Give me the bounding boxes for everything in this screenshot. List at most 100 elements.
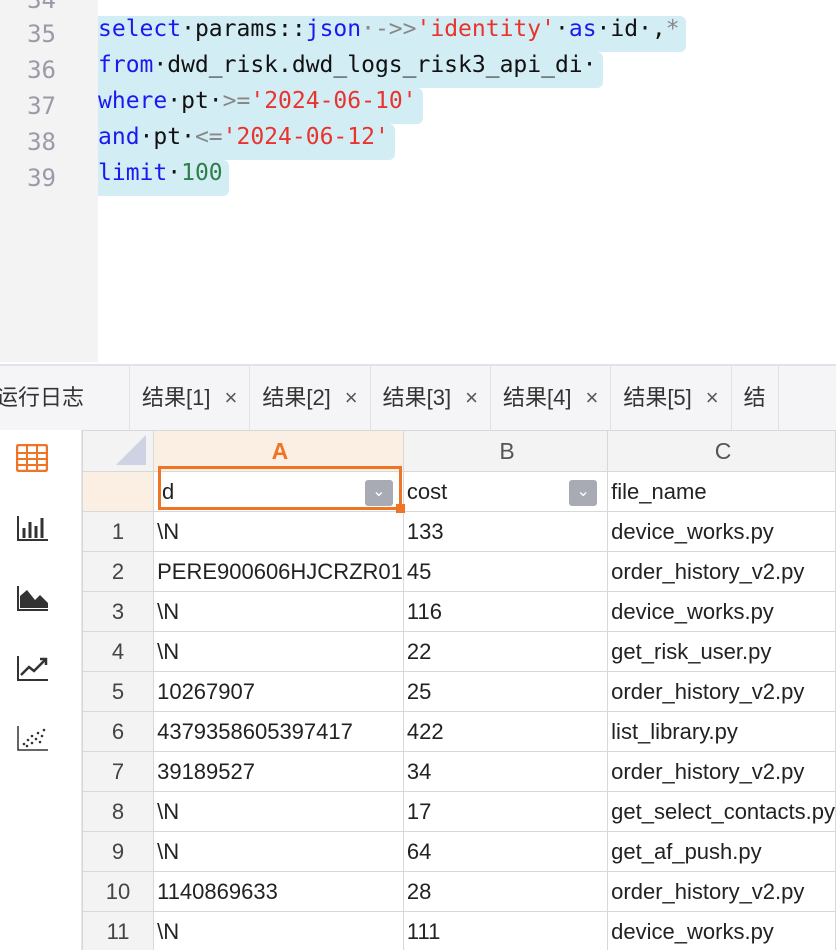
select-all-corner[interactable] [82,430,155,472]
table-cell[interactable]: 28 [402,871,609,912]
table-cell[interactable]: PERE900606HJCRZR01 [153,551,404,592]
code-token: 'identity' [416,16,555,42]
table-cell[interactable]: 22 [402,631,609,672]
row-header [82,471,155,512]
code-token: select [98,16,182,42]
tab-label: 结 [743,385,766,410]
line-gutter: 34 35 36 37 38 39 [0,0,98,362]
code-line[interactable]: where·pt·>='2024-06-10' [98,88,423,124]
table-cell[interactable]: 64 [402,831,609,872]
table-cell[interactable]: \N [153,911,404,950]
table-row: 11 \N 111 device_works.py [82,911,836,950]
table-row: 9 \N 64 get_af_push.py [82,831,836,872]
field-cell-cost[interactable]: cost ⌄ [402,471,609,512]
result-tabs: 运行日志 结果[1] × 结果[2] × 结果[3] × 结果[4] × 结果[5] × 结 [0,364,836,430]
table-cell[interactable]: 116 [402,591,609,632]
code-line[interactable]: select·params::json·->>'identity'·as·id·… [98,16,686,52]
table-row: 1 \N 133 device_works.py [82,511,836,552]
row-number: 7 [82,751,155,792]
code-token: where [98,88,168,114]
row-number: 6 [82,711,155,752]
table-cell[interactable]: 422 [402,711,609,752]
table-cell[interactable]: \N [153,831,404,872]
close-icon[interactable]: × [224,385,237,410]
tab-run-log[interactable]: 运行日志 [0,366,130,430]
field-name: id [157,478,175,504]
table-row: 6 4379358605397417 422 list_library.py [82,711,836,752]
table-cell[interactable]: 39189527 [153,751,404,792]
row-number: 3 [82,591,155,632]
code-token: '2024-06-12' [222,124,389,150]
tab-result-3[interactable]: 结果[3] × [371,366,491,430]
fill-handle[interactable] [396,504,405,513]
table-icon[interactable] [15,443,52,480]
code-line[interactable]: and·pt·<='2024-06-12' [98,124,395,160]
scatter-chart-icon[interactable] [16,724,52,760]
table-cell[interactable]: 45 [402,551,609,592]
tab-label: 结果[5] [623,385,692,410]
sql-editor[interactable]: 34 35 36 37 38 39 select·params::json·->>'ide… [0,0,836,362]
area-chart-icon[interactable] [16,584,52,620]
code-line[interactable]: from·dwd_risk.dwd_logs_risk3_api_di· [98,52,603,88]
table-row: 3 \N 116 device_works.py [82,591,836,632]
table-cell[interactable]: device_works.py [607,591,836,632]
table-cell[interactable]: order_history_v2.py [607,551,836,592]
table-cell[interactable]: list_library.py [607,711,836,752]
chevron-down-icon[interactable]: ⌄ [569,480,598,506]
table-cell[interactable]: \N [153,791,404,832]
column-header-A[interactable]: A [153,430,404,472]
table-cell[interactable]: 1140869633 [153,871,404,912]
result-grid[interactable]: A B Cid ⌄ cost ⌄ file_name 1 \N 133 device_works.p… [82,430,836,950]
line-number: 39 [27,164,56,192]
field-name: cost [406,478,448,504]
close-icon[interactable]: × [706,385,719,410]
row-number: 9 [82,831,155,872]
table-cell[interactable]: device_works.py [607,911,836,950]
row-number: 4 [82,631,155,672]
table-cell[interactable]: 111 [402,911,609,950]
bar-chart-icon[interactable] [16,514,52,550]
table-cell[interactable]: 4379358605397417 [153,711,404,752]
code-line[interactable]: limit·100 [98,160,229,196]
table-cell[interactable]: 34 [402,751,609,792]
close-icon[interactable]: × [345,385,358,410]
table-cell[interactable]: get_risk_user.py [607,631,836,672]
table-cell[interactable]: get_af_push.py [607,831,836,872]
row-number: 5 [82,671,155,712]
code-token: ·->> [361,16,417,42]
code-token: from [98,52,154,78]
line-chart-icon[interactable] [16,654,52,690]
column-header-B[interactable]: B [402,430,609,472]
tab-result-5[interactable]: 结果[5] × [611,366,732,430]
code-token: json [305,16,362,42]
chevron-down-icon[interactable]: ⌄ [364,480,393,506]
view-sidebar [0,430,82,950]
close-icon[interactable]: × [585,385,598,410]
table-cell[interactable]: \N [153,631,404,672]
column-header-C[interactable]: C [607,430,836,472]
tab-result-1[interactable]: 结果[1] × [130,366,251,430]
table-cell[interactable]: device_works.py [607,511,836,552]
table-cell[interactable]: 10267907 [153,671,404,712]
table-cell[interactable]: order_history_v2.py [607,671,836,712]
table-cell[interactable]: 25 [402,671,609,712]
table-cell[interactable]: \N [153,591,404,632]
table-cell[interactable]: 133 [402,511,609,552]
table-cell[interactable]: \N [153,511,404,552]
row-number: 2 [82,551,155,592]
tab-result-4[interactable]: 结果[4] × [491,366,612,430]
table-row: 2 PERE900606HJCRZR01 45 order_history_v2.py [82,551,836,592]
field-cell-id[interactable]: id ⌄ [153,471,404,512]
line-number: 37 [27,92,56,120]
close-icon[interactable]: × [465,385,478,410]
tab-result-2[interactable]: 结果[2] × [250,366,371,430]
field-cell-file_name[interactable]: file_name [607,471,836,512]
tab-result-6[interactable]: 结 [732,366,779,430]
table-cell[interactable]: order_history_v2.py [607,751,836,792]
code-token: ·dwd_risk.dwd_logs_risk3_api_di· [153,52,597,78]
tab-label: 结果[2] [262,385,331,410]
code-token: * [665,16,680,42]
table-cell[interactable]: order_history_v2.py [607,871,836,912]
table-cell[interactable]: get_select_contacts.py [607,791,836,832]
table-cell[interactable]: 17 [402,791,609,832]
